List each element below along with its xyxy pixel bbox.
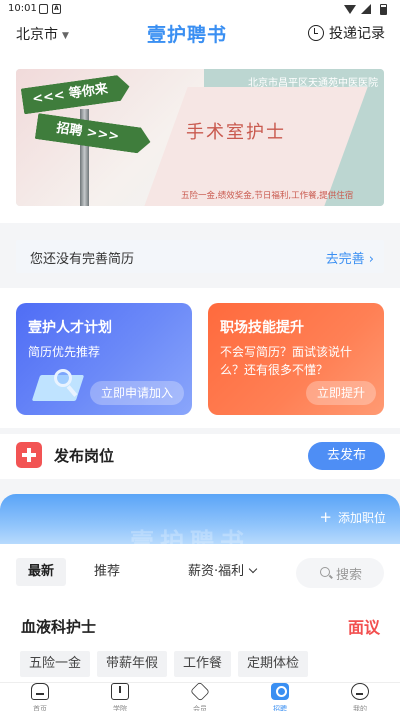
bottom-tab-bar: 首页 学院 会员 招聘 我的	[0, 681, 400, 711]
add-position-label: 添加职位	[337, 511, 386, 525]
tab-academy[interactable]: 学院	[90, 683, 150, 711]
notification-a-icon: A	[52, 4, 61, 14]
plus-icon: +	[319, 508, 332, 526]
signal-icon	[361, 4, 371, 14]
battery-icon	[378, 4, 389, 15]
resume-prompt[interactable]: 您还没有完善简历 去完善 ›	[16, 240, 384, 273]
magnifier-screen-icon	[28, 367, 90, 405]
diamond-icon	[190, 681, 210, 702]
job-filters: 最新 推荐 薪资·福利 搜索	[0, 544, 400, 592]
job-list-item[interactable]: 血液科护士 面议 五险一金 带薪年假 工作餐 定期体检	[0, 592, 400, 682]
status-bar: 10:01 A	[0, 0, 400, 20]
tab-label: 我的	[353, 705, 367, 711]
tab-label: 招聘	[273, 705, 287, 711]
salary-benefit-filter[interactable]: 薪资·福利	[188, 558, 258, 586]
upgrade-now-button[interactable]: 立即提升	[305, 381, 376, 405]
wifi-icon	[344, 5, 356, 14]
recruit-icon	[271, 683, 289, 700]
delivery-record-button[interactable]: 投递记录	[308, 23, 385, 43]
salary-filter-label: 薪资·福利	[188, 564, 245, 579]
job-tags: 五险一金 带薪年假 工作餐 定期体检	[20, 651, 309, 677]
city-selector[interactable]: 北京市 ▼	[16, 24, 69, 44]
add-position-button[interactable]: + 添加职位	[319, 508, 386, 526]
card-title: 职场技能提升	[220, 320, 304, 336]
tab-label: 学院	[113, 705, 127, 711]
complete-resume-link[interactable]: 去完善 ›	[326, 248, 374, 267]
chevron-down-icon: ▼	[62, 31, 69, 41]
tab-label: 会员	[193, 705, 207, 711]
promo-cards: 壹护人才计划 简历优先推荐 立即申请加入 职场技能提升 不会写简历？面试该说什么…	[0, 288, 400, 428]
book-icon	[111, 683, 129, 700]
tab-member[interactable]: 会员	[170, 681, 230, 711]
job-title: 血液科护士	[21, 618, 97, 636]
search-icon	[320, 567, 330, 577]
tab-recruit[interactable]: 招聘	[250, 683, 310, 711]
add-position-card: 壹护聘书 + 添加职位	[0, 494, 400, 544]
job-tag: 带薪年假	[97, 651, 168, 677]
city-label: 北京市	[16, 27, 58, 43]
tab-mine[interactable]: 我的	[330, 683, 390, 711]
banner-benefits: 五险一金,绩效奖金,节日福利,工作餐,提供住宿	[181, 191, 354, 201]
apply-join-button[interactable]: 立即申请加入	[89, 381, 184, 405]
publish-section: 发布岗位 去发布	[0, 434, 400, 479]
status-time: 10:01	[8, 3, 37, 14]
tab-home[interactable]: 首页	[10, 683, 70, 711]
plus-icon	[16, 442, 42, 468]
job-salary: 面议	[347, 618, 380, 637]
resume-prompt-text: 您还没有完善简历	[30, 252, 135, 267]
go-publish-button[interactable]: 去发布	[308, 442, 385, 470]
profile-icon	[351, 683, 369, 700]
tab-recommend[interactable]: 推荐	[94, 558, 120, 586]
card-title: 壹护人才计划	[28, 320, 112, 336]
search-button[interactable]: 搜索	[296, 558, 384, 588]
card-subtitle: 简历优先推荐	[28, 345, 101, 359]
app-logo: 壹护聘书	[147, 24, 228, 46]
skill-upgrade-card[interactable]: 职场技能提升 不会写简历？面试该说什么？还有很多不懂？ 立即提升	[208, 303, 384, 415]
chevron-down-icon	[248, 564, 258, 574]
tab-latest[interactable]: 最新	[16, 558, 66, 586]
banner-address: 北京市昌平区天通苑中医医院	[248, 78, 378, 89]
delivery-record-label: 投递记录	[329, 26, 385, 42]
publish-title: 发布岗位	[54, 447, 115, 465]
card-subtitle: 不会写简历？面试该说什么？还有很多不懂？	[220, 345, 353, 377]
job-tag: 定期体检	[238, 651, 309, 677]
job-tag: 工作餐	[174, 651, 232, 677]
banner-section: <<< 等你来 招聘 >>> 北京市昌平区天通苑中医医院 手术室护士 五险一金,…	[0, 53, 400, 223]
recruitment-banner[interactable]: <<< 等你来 招聘 >>> 北京市昌平区天通苑中医医院 手术室护士 五险一金,…	[16, 69, 384, 206]
search-placeholder: 搜索	[336, 568, 363, 583]
app-header: 北京市 ▼ 壹护聘书 投递记录	[0, 20, 400, 53]
clock-icon	[308, 25, 324, 41]
banner-title: 手术室护士	[186, 122, 286, 143]
home-icon	[31, 683, 49, 700]
job-tag: 五险一金	[20, 651, 91, 677]
talent-plan-card[interactable]: 壹护人才计划 简历优先推荐 立即申请加入	[16, 303, 192, 415]
sim-icon	[39, 4, 48, 14]
watermark-logo: 壹护聘书	[130, 528, 250, 544]
tab-label: 首页	[33, 705, 47, 711]
